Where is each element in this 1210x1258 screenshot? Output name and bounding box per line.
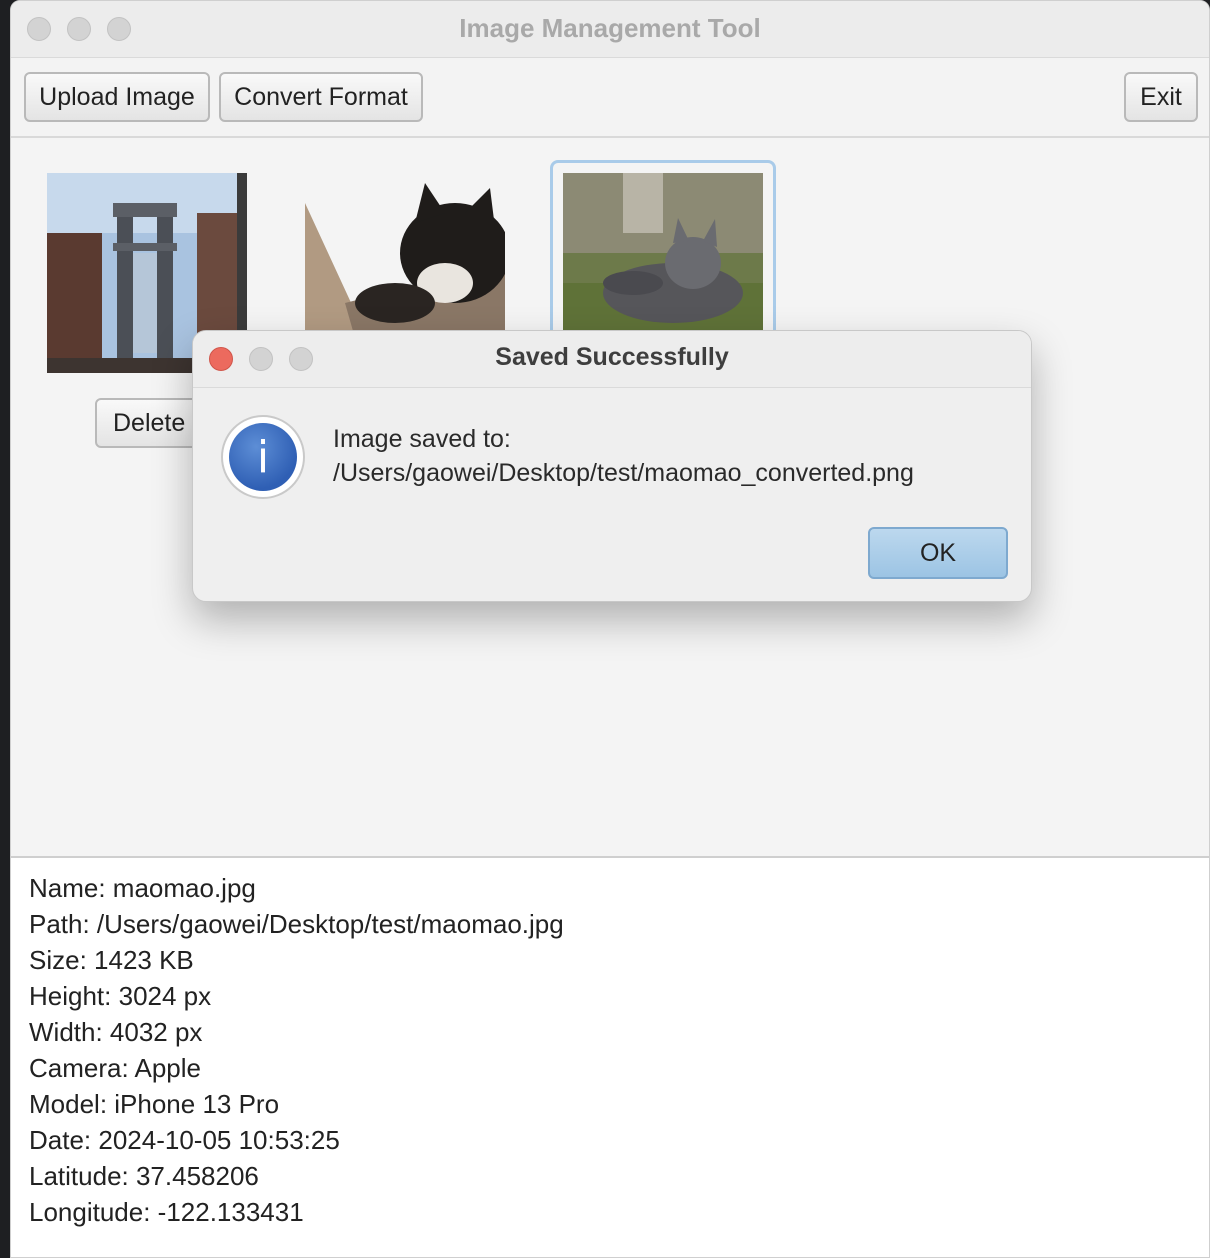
info-width: Width: 4032 px	[29, 1017, 203, 1047]
info-name: Name: maomao.jpg	[29, 873, 256, 903]
info-size: Size: 1423 KB	[29, 945, 194, 975]
info-model: Model: iPhone 13 Pro	[29, 1089, 280, 1119]
image-info-panel: Name: maomao.jpg Path: /Users/gaowei/Des…	[11, 856, 1209, 1257]
upload-image-button[interactable]: Upload Image	[24, 72, 210, 122]
info-height: Height: 3024 px	[29, 981, 212, 1011]
info-latitude: Latitude: 37.458206	[29, 1161, 259, 1191]
background-ide-strip	[0, 0, 10, 1258]
window-title: Image Management Tool	[459, 13, 761, 43]
exit-button[interactable]: Exit	[1124, 72, 1198, 122]
info-longitude: Longitude: -122.133431	[29, 1197, 304, 1227]
dialog-message-path: /Users/gaowei/Desktop/test/maomao_conver…	[333, 459, 914, 487]
dialog-message-line1: Image saved to:	[333, 425, 511, 453]
info-date: Date: 2024-10-05 10:53:25	[29, 1125, 340, 1155]
main-window: Image Management Tool Upload Image Conve…	[10, 0, 1210, 1258]
info-camera: Camera: Apple	[29, 1053, 201, 1083]
toolbar: Upload Image Convert Format Exit	[11, 58, 1209, 138]
convert-format-button[interactable]: Convert Format	[219, 72, 423, 122]
saved-successfully-dialog: Saved Successfully i Image saved to: /Us…	[192, 330, 1032, 602]
dialog-titlebar: Saved Successfully	[193, 331, 1031, 388]
info-icon: i	[221, 415, 305, 499]
ok-button[interactable]: OK	[868, 527, 1008, 579]
window-titlebar: Image Management Tool	[11, 1, 1209, 58]
dialog-title: Saved Successfully	[495, 343, 729, 371]
info-path: Path: /Users/gaowei/Desktop/test/maomao.…	[29, 909, 564, 939]
